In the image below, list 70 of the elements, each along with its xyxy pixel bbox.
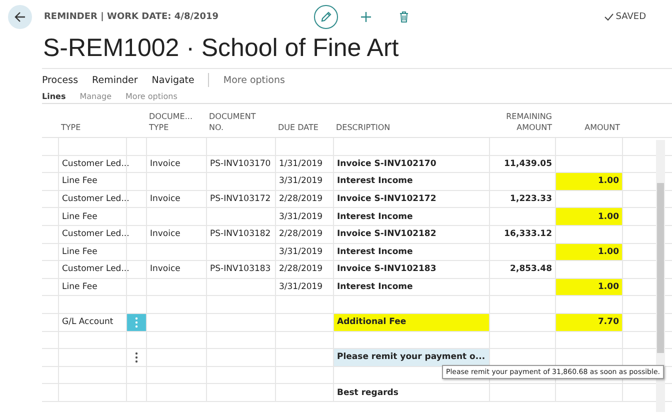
table-cell: 1.00 <box>555 173 623 190</box>
column-header[interactable]: DUE DATE <box>275 122 333 133</box>
check-icon <box>604 13 614 21</box>
table-cell: PS-INV103172 <box>206 190 275 208</box>
table-cell: 1.00 <box>555 278 623 296</box>
table-cell: Customer Led... <box>58 156 126 172</box>
table-cell: 1,223.33 <box>489 190 555 208</box>
section-title: Lines <box>42 92 66 101</box>
table-cell: 2,853.48 <box>489 261 555 278</box>
action-menu[interactable]: More options <box>223 74 285 86</box>
action-menu[interactable]: Reminder <box>92 74 138 86</box>
table-cell: 11,439.05 <box>489 156 555 172</box>
table-cell: Invoice S-INV102172 <box>333 190 489 208</box>
table-cell: 3/31/2019 <box>275 173 333 190</box>
table-cell: Invoice <box>146 190 206 208</box>
action-menu[interactable]: Navigate <box>152 74 194 86</box>
page-caption: REMINDER | WORK DATE: 4/8/2019 <box>44 12 220 22</box>
table-cell: Line Fee <box>58 173 126 190</box>
back-arrow-icon <box>14 11 26 23</box>
action-menu[interactable]: More options <box>126 92 178 101</box>
table-cell: Invoice S-INV102182 <box>333 226 489 243</box>
table-cell: 2/28/2019 <box>275 261 333 278</box>
table-cell: 3/31/2019 <box>275 208 333 225</box>
table-cell: 2/28/2019 <box>275 226 333 243</box>
table-cell: Invoice S-INV102183 <box>333 261 489 278</box>
back-button[interactable] <box>8 5 32 29</box>
more-icon <box>135 316 138 328</box>
table-cell: Interest Income <box>333 244 489 260</box>
table-cell: Interest Income <box>333 278 489 296</box>
table-cell: Invoice S-INV102170 <box>333 156 489 172</box>
table-cell: 7.70 <box>555 314 623 331</box>
table-cell: Please remit your payment o... <box>333 349 489 366</box>
table-cell: Additional Fee <box>333 314 489 331</box>
table-cell: Customer Led... <box>58 190 126 208</box>
table-cell: 16,333.12 <box>489 226 555 243</box>
plus-icon <box>360 11 372 23</box>
action-menu[interactable]: Manage <box>80 92 112 101</box>
table-cell: Line Fee <box>58 244 126 260</box>
table-cell: 3/31/2019 <box>275 244 333 260</box>
column-header[interactable]: TYPE <box>58 122 126 133</box>
table-cell: Customer Led... <box>58 261 126 278</box>
table-cell: Best regards <box>333 384 489 401</box>
table-cell: PS-INV103182 <box>206 226 275 243</box>
table-cell: Interest Income <box>333 173 489 190</box>
column-header[interactable]: DOCUMENT NO. <box>206 111 275 133</box>
edit-button[interactable] <box>314 5 338 29</box>
table-cell: PS-INV103183 <box>206 261 275 278</box>
column-header[interactable]: AMOUNT <box>555 122 623 133</box>
table-cell: Invoice <box>146 156 206 172</box>
pencil-icon <box>320 11 332 23</box>
column-header[interactable]: DESCRIPTION <box>333 122 489 133</box>
table-cell: 1.00 <box>555 244 623 260</box>
table-cell: Line Fee <box>58 278 126 296</box>
action-menu[interactable]: Process <box>42 74 78 86</box>
table-cell: Invoice <box>146 226 206 243</box>
table-cell: Line Fee <box>58 208 126 225</box>
table-cell: Invoice <box>146 261 206 278</box>
table-cell: 3/31/2019 <box>275 278 333 296</box>
table-cell: 2/28/2019 <box>275 190 333 208</box>
table-cell: PS-INV103170 <box>206 156 275 172</box>
column-header[interactable]: DOCUME... TYPE <box>146 111 206 133</box>
table-cell: Interest Income <box>333 208 489 225</box>
table-cell: 1.00 <box>555 208 623 225</box>
saved-status: SAVED <box>604 12 646 22</box>
more-icon <box>135 352 138 363</box>
table-cell: Customer Led... <box>58 226 126 243</box>
page-title: S-REM1002 · School of Fine Art <box>43 34 400 62</box>
table-cell: 1/31/2019 <box>275 156 333 172</box>
trash-icon <box>399 11 409 23</box>
column-header[interactable]: REMAINING AMOUNT <box>489 111 555 133</box>
